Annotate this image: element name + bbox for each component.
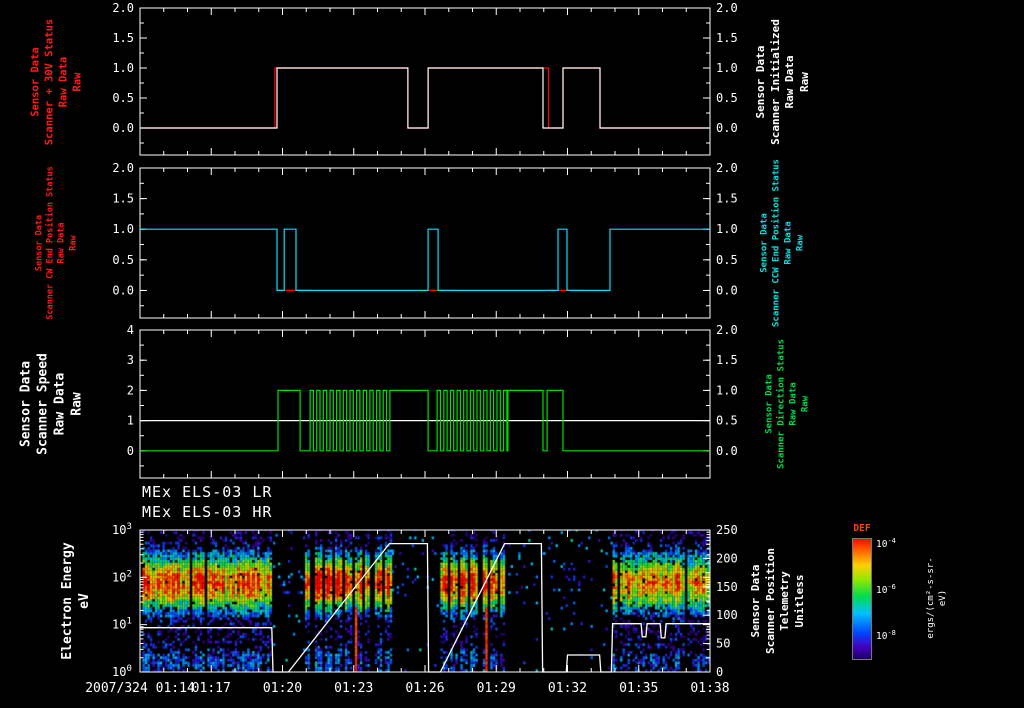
tick-label: 100 <box>112 664 132 679</box>
panel3-right-axis-label: Sensor Data Scanner Direction Status Raw… <box>764 339 812 469</box>
y-tick-label-left: 1 <box>127 414 134 428</box>
x-axis-tick-label: 01:26 <box>405 681 444 696</box>
figure-root: 2.0 2.0 1.5 1.5 1.0 1.0 0.5 0.5 0.0 0.0 2.0 2.0 1.5 1… <box>0 0 1024 708</box>
y-tick-label-left: 1.5 <box>112 192 134 206</box>
x-axis-tick-label: 01:23 <box>334 681 373 696</box>
y-tick-label-right: 100 <box>716 608 738 622</box>
y-tick-label-right: 50 <box>716 637 730 651</box>
y-tick-label-right: 0.5 <box>716 253 738 267</box>
panel1-left-axis-label: Sensor Data Scanner + 30V Status Raw Dat… <box>29 19 84 145</box>
y-tick-label-left: 4 <box>127 323 134 337</box>
y-tick-label-right: 1.0 <box>716 222 738 236</box>
tick-label: 103 <box>112 522 132 537</box>
y-tick-label-right: 0.5 <box>716 414 738 428</box>
spectrogram-left-axis-label: Electron Energy eV <box>59 542 93 659</box>
trace-scanner-30v-status-raw <box>140 68 710 128</box>
x-axis-tick-label: 2007/324 01:14 <box>85 681 195 696</box>
y-tick-label-right: 0.0 <box>716 283 738 297</box>
y-tick-label-left: 0.5 <box>112 91 134 105</box>
y-tick-label-left: 1.5 <box>112 31 134 45</box>
trace-scanner-position-telemetry <box>140 544 710 672</box>
tick-label: 101 <box>112 617 132 632</box>
y-tick-label-right: 1.5 <box>716 353 738 367</box>
tick-label: 102 <box>112 569 132 584</box>
spectrogram-right-axis-label: Sensor Data Scanner Position Telemetry U… <box>749 548 807 654</box>
panel1-right-axis-label: Sensor Data Scanner Initialized Raw Data… <box>754 19 812 145</box>
colorbar-units-label: ergs/(cm²-s-sr-eV) <box>926 555 950 641</box>
y-tick-label-right: 200 <box>716 551 738 565</box>
y-tick-label-right: 1.5 <box>716 31 738 45</box>
y-tick-label-left: 2 <box>127 383 134 397</box>
colorbar-tick-label: 10-4 <box>876 537 896 550</box>
colorbar: DEF 10-410-610-8 <box>852 538 932 668</box>
y-tick-label-right: 1.5 <box>716 192 738 206</box>
panel2-right-axis-label: Sensor Data Scanner CCW End Position Sta… <box>759 159 807 327</box>
y-tick-label-right: 1.0 <box>716 61 738 75</box>
colorbar-title: DEF <box>852 523 872 534</box>
y-tick-label-left: 3 <box>127 353 134 367</box>
y-tick-label-left: 1.0 <box>112 222 134 236</box>
y-tick-label-left: 1.0 <box>112 61 134 75</box>
panel3-left-axis-label: Sensor Data Scanner Speed Raw Data Raw <box>18 353 87 455</box>
panel-scanner-initialized: 2.0 2.0 1.5 1.5 1.0 1.0 0.5 0.5 0.0 0.0 <box>112 1 737 155</box>
spectrogram-title-lr: MEx ELS-03 LR <box>142 483 272 501</box>
y-tick-label-right: 0.5 <box>716 91 738 105</box>
x-axis-tick-label: 01:17 <box>192 681 231 696</box>
y-tick-label-right: 0.0 <box>716 444 738 458</box>
x-axis-tick-label: 01:20 <box>263 681 302 696</box>
y-tick-label-left: 0.5 <box>112 253 134 267</box>
y-tick-label-left: 0 <box>127 444 134 458</box>
y-tick-label-left: 2.0 <box>112 1 134 15</box>
x-axis-tick-label: 01:32 <box>548 681 587 696</box>
y-tick-label-right: 2.0 <box>716 1 738 15</box>
trace-scanner-ccw-end-position-status-raw <box>140 229 710 290</box>
trace-scanner-initialized-raw <box>140 68 710 128</box>
x-axis-tick-label: 01:35 <box>619 681 658 696</box>
y-tick-label-left: 2.0 <box>112 161 134 175</box>
y-tick-label-right: 2.0 <box>716 323 738 337</box>
panel2-left-axis-label: Sensor Data Scanner CW End Position Stat… <box>35 166 80 320</box>
panel-scanner-speed-direction: 4 2.0 3 1.5 2 1.0 1 0.5 0 0.0 <box>127 323 738 478</box>
y-tick-label-left: 0.0 <box>112 283 134 297</box>
colorbar-gradient <box>852 538 872 660</box>
x-axis-tick-label: 01:38 <box>690 681 729 696</box>
colorbar-tick-label: 10-8 <box>876 629 896 642</box>
spectrogram-title-hr: MEx ELS-03 HR <box>142 503 272 521</box>
y-tick-label-right: 250 <box>716 523 738 537</box>
y-tick-label-left: 0.0 <box>112 121 134 135</box>
y-tick-label-right: 2.0 <box>716 161 738 175</box>
colorbar-tick-label: 10-6 <box>876 583 896 596</box>
y-tick-label-right: 0.0 <box>716 121 738 135</box>
y-tick-label-right: 1.0 <box>716 383 738 397</box>
y-tick-label-right: 150 <box>716 580 738 594</box>
x-axis-tick-label: 01:29 <box>477 681 516 696</box>
panel-els-spectrogram: 100 101 102 103 0 50 100 150 200 250 <box>112 522 738 679</box>
x-axis-labels: 2007/324 01:1401:17 01:20 01:23 01:26 01:29 0… <box>85 681 729 696</box>
y-tick-label-right: 0 <box>716 665 723 679</box>
panel-scanner-end-position: 2.0 2.0 1.5 1.5 1.0 1.0 0.5 0.5 0.0 0.0 <box>112 161 737 318</box>
